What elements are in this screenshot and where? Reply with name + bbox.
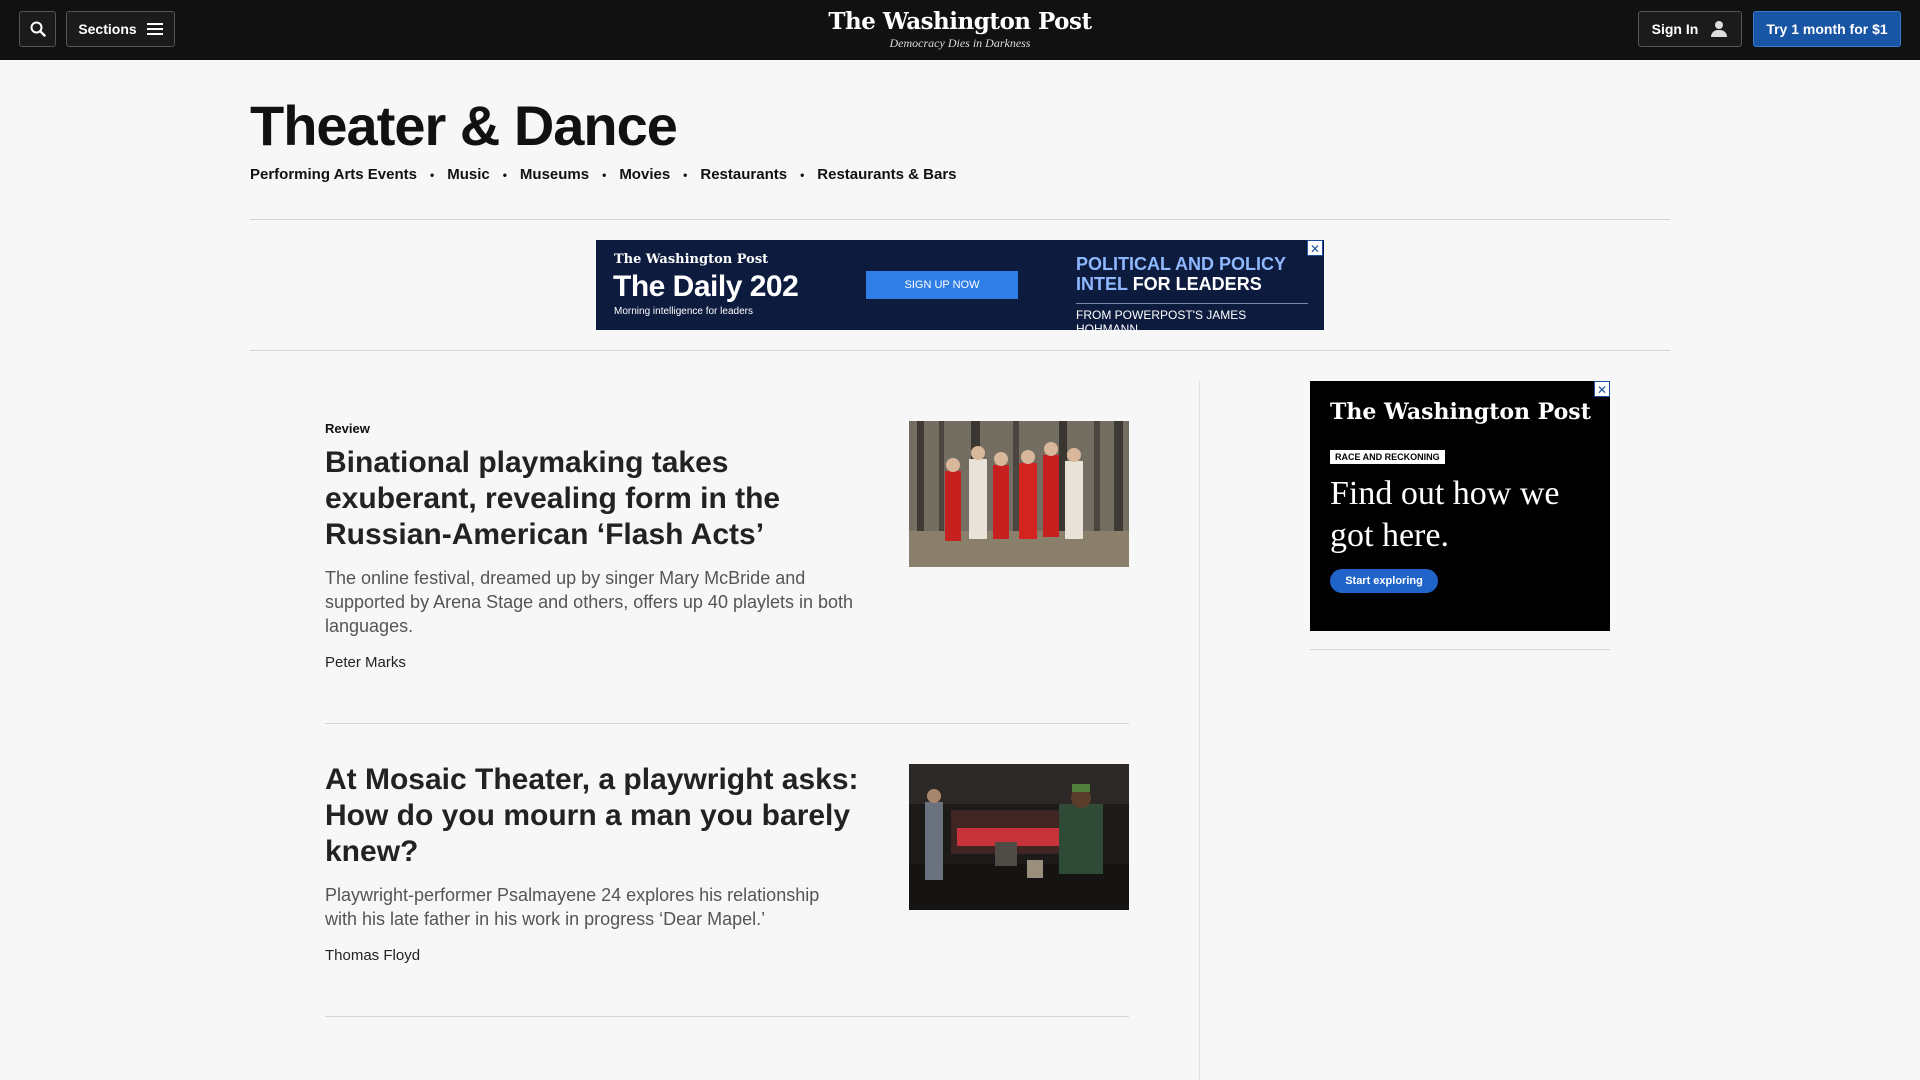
sign-in-label: Sign In [1651,21,1699,37]
ad-divider [250,350,1670,351]
ad-line-2-blue: INTEL [1076,274,1128,294]
article-thumbnail-dancers[interactable] [909,421,1129,567]
daily-202-banner-ad[interactable]: The Washington Post The Daily 202 Mornin… [596,240,1324,336]
ad-subtitle: Morning intelligence for leaders [614,306,753,317]
subnav-movies[interactable]: Movies [619,166,670,183]
ad-line-1: POLITICAL AND POLICY [1076,254,1287,274]
subnav-restaurants[interactable]: Restaurants [700,166,787,183]
theater-photo-image [909,764,1129,910]
separator-dot: • [430,167,435,182]
ad-signup-button[interactable]: SIGN UP NOW [866,271,1018,299]
subnav-restaurants-bars[interactable]: Restaurants & Bars [817,166,956,183]
search-button[interactable] [19,11,56,47]
subnav-museums[interactable]: Museums [520,166,589,183]
article-divider [325,1016,1129,1017]
top-navigation-bar: Sections The Washington Post Democracy D… [0,0,1920,60]
ad-pill-label: RACE AND RECKONING [1330,450,1445,464]
article-blurb: The online festival, dreamed up by singe… [325,568,854,636]
separator-dot: • [683,167,688,182]
subnav-performing-arts-events[interactable]: Performing Arts Events [250,166,417,183]
sidebar-divider [1310,649,1610,650]
ad-start-exploring-button[interactable]: Start exploring [1330,569,1438,593]
ad-brand: The Washington Post [1330,399,1591,425]
article-byline[interactable]: Thomas Floyd [325,947,1129,964]
separator-dot: • [502,167,507,182]
ad-from-line: FROM POWERPOST'S JAMES HOHMANN [1076,303,1308,336]
sign-in-button[interactable]: Sign In [1638,11,1742,47]
column-divider [1199,380,1200,1080]
page-title: Theater & Dance [250,94,678,157]
ad-brand: The Washington Post [614,252,769,267]
ad-line-2: INTEL FOR LEADERS [1076,274,1262,294]
ad-close-icon[interactable]: ✕ [1594,381,1610,397]
article-blurb: Playwright-performer Psalmayene 24 explo… [325,885,820,929]
article-headline[interactable]: Binational playmaking takes exuberant, r… [325,445,865,553]
dancers-photo-image [909,421,1129,567]
tagline: Democracy Dies in Darkness [889,36,1031,50]
subnav-music[interactable]: Music [447,166,490,183]
article-byline[interactable]: Peter Marks [325,654,1129,671]
sections-menu-button[interactable]: Sections [66,11,175,47]
ad-line-2-white: FOR LEADERS [1132,274,1262,294]
ad-title: The Daily 202 [613,270,799,303]
ad-headline: Find out how we got here. [1330,475,1560,554]
separator-dot: • [602,167,607,182]
hamburger-icon [146,23,163,35]
masthead-logo[interactable]: The Washington Post Democracy Dies in Da… [810,8,1110,50]
article-divider [325,723,1129,724]
person-icon [1710,20,1728,38]
logo-text: The Washington Post [828,8,1092,35]
search-icon [30,21,46,37]
race-and-reckoning-ad[interactable]: The Washington Post RACE AND RECKONING F… [1310,381,1610,631]
subscribe-trial-button[interactable]: Try 1 month for $1 [1753,11,1901,47]
header-divider [250,219,1670,220]
sections-label: Sections [78,21,137,37]
article-headline[interactable]: At Mosaic Theater, a playwright asks: Ho… [325,762,865,870]
article-thumbnail-theater[interactable] [909,764,1129,910]
separator-dot: • [800,167,805,182]
ad-close-icon[interactable]: ✕ [1307,240,1323,256]
section-subnav: Performing Arts Events • Music • Museums… [250,166,957,183]
